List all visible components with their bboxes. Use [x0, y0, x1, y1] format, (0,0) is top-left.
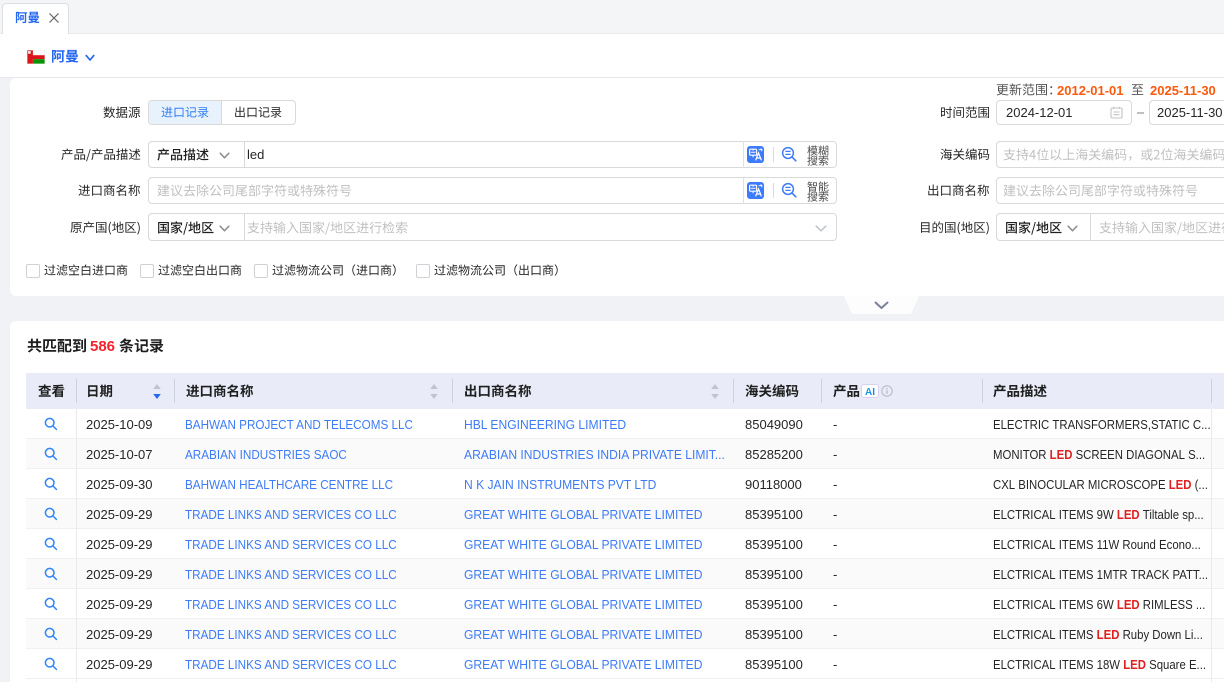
svg-text:AI: AI	[865, 387, 875, 398]
